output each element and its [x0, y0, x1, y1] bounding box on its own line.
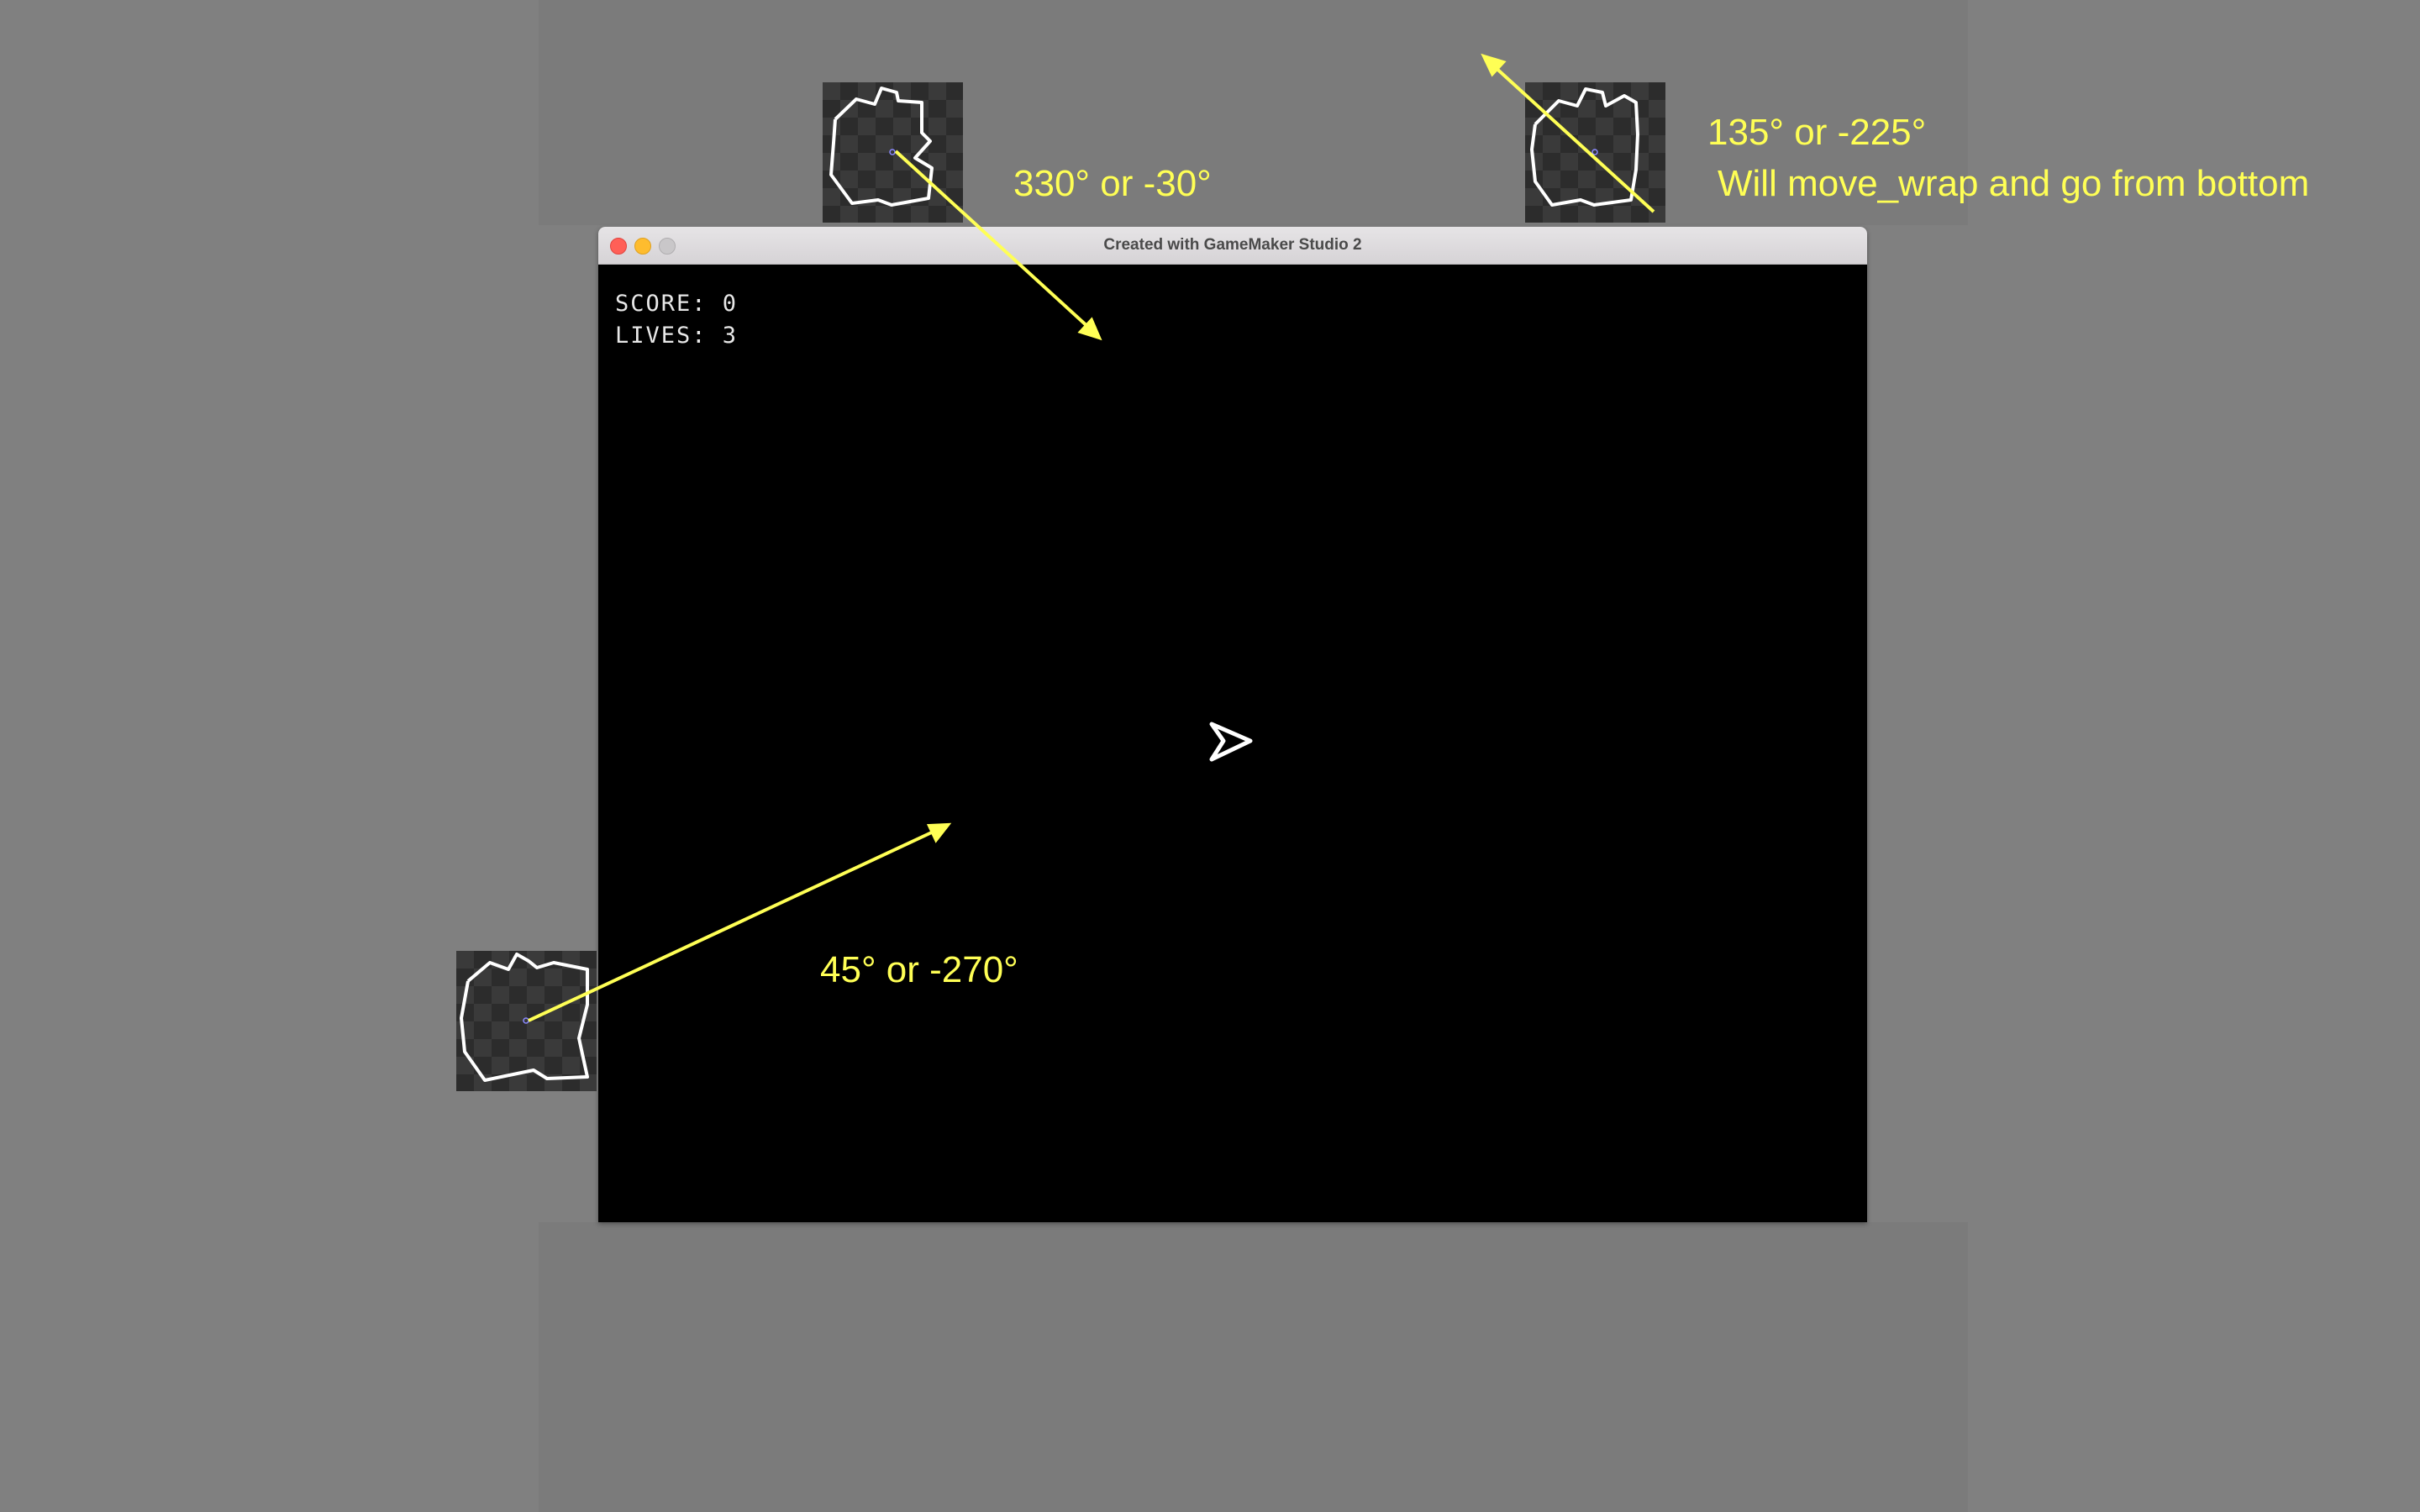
annotation-wrap-note: Will move_wrap and go from bottom: [1718, 163, 2310, 204]
annotation-330: 330° or -30°: [1013, 163, 1212, 204]
asteroid-outline-icon: [829, 87, 934, 207]
backdrop-panel-bottom: [539, 1222, 1968, 1512]
annotation-135: 135° or -225°: [1707, 112, 1927, 153]
window-title: Created with GameMaker Studio 2: [1103, 236, 1362, 254]
asteroid-sprite-top-right: [1525, 82, 1665, 223]
asteroid-outline-icon: [1530, 87, 1639, 207]
asteroid-sprite-left: [456, 951, 597, 1091]
annotation-45: 45° or -270°: [820, 949, 1018, 990]
asteroid-outline-icon: [460, 953, 589, 1082]
score-label: SCORE: 0: [615, 291, 739, 317]
asteroid-sprite-top-left: [823, 82, 963, 223]
lives-label: LIVES: 3: [615, 323, 739, 349]
title-bar[interactable]: Created with GameMaker Studio 2: [598, 227, 1867, 265]
game-window: Created with GameMaker Studio 2 SCORE: 0…: [598, 227, 1867, 1222]
